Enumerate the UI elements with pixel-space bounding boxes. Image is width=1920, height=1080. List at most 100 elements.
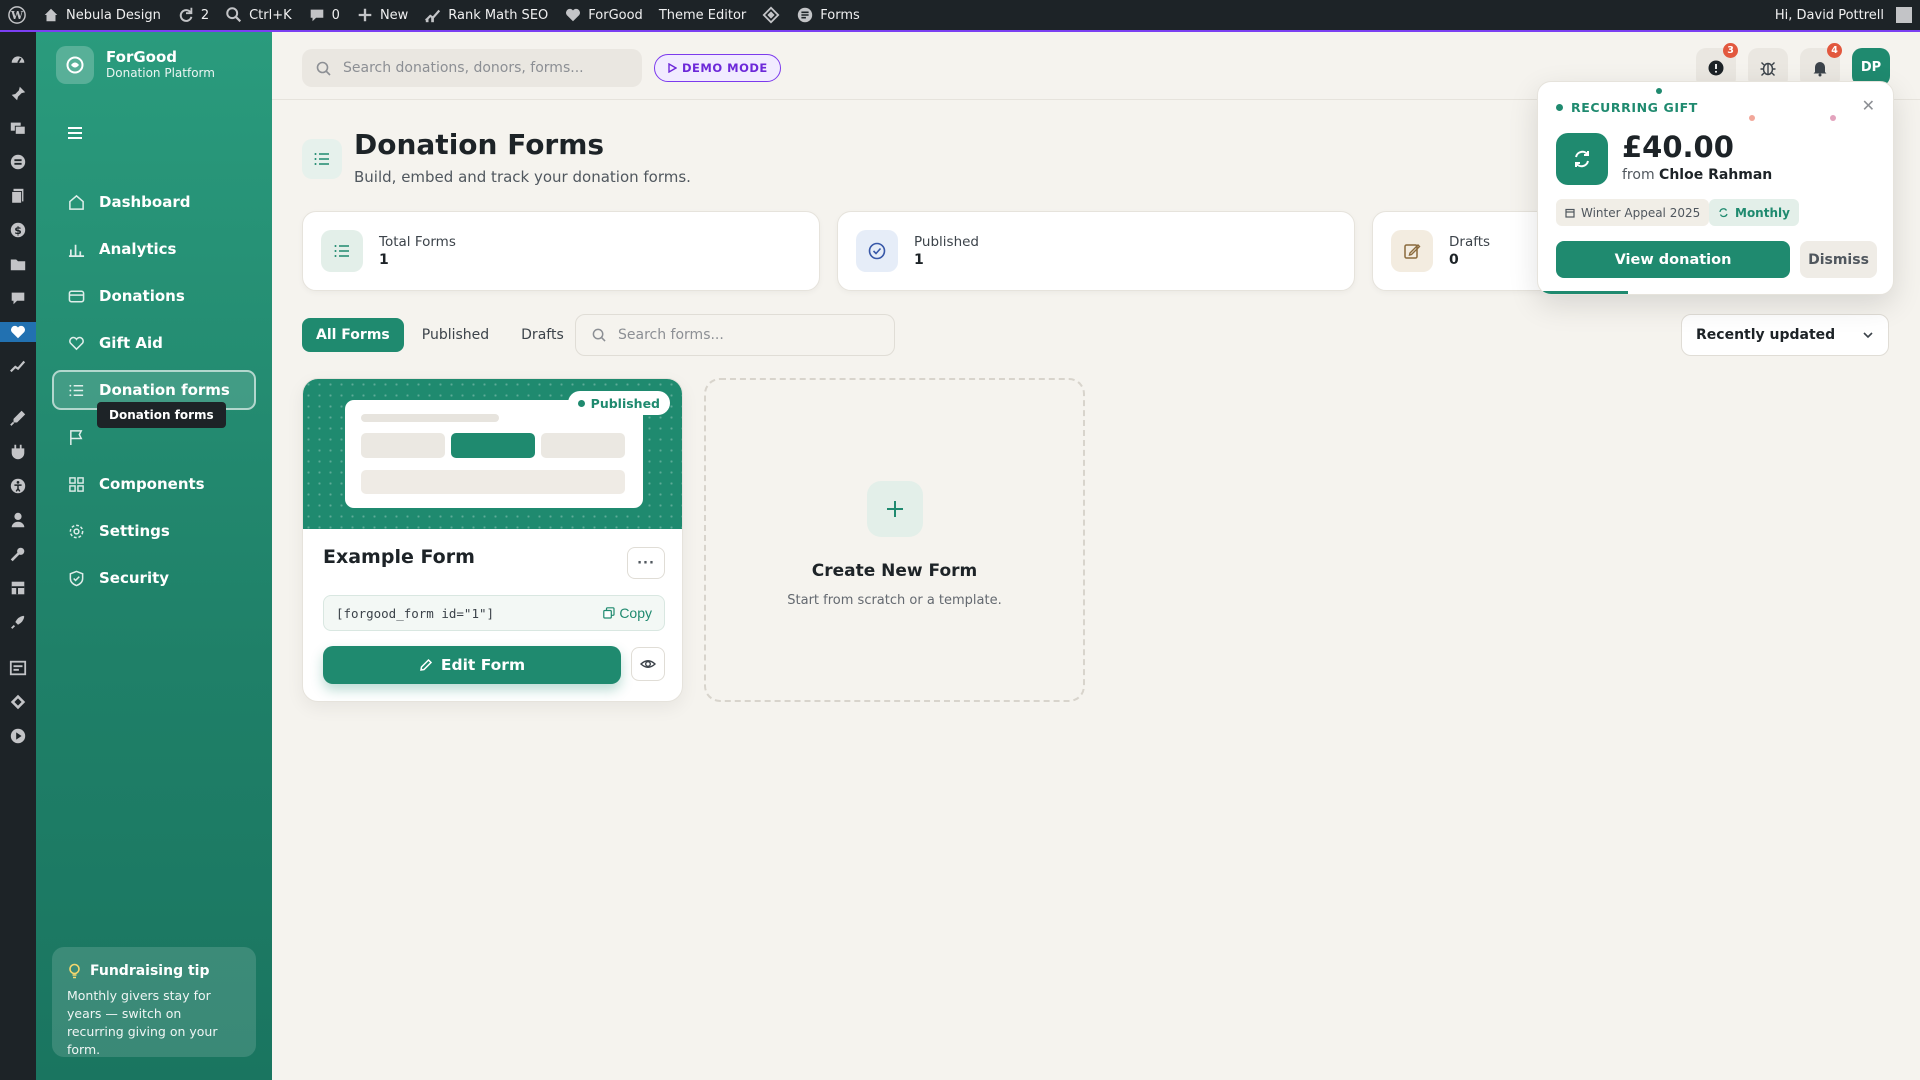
nav-item-settings[interactable]: Settings <box>52 511 256 551</box>
dismiss-button[interactable]: Dismiss <box>1800 241 1877 278</box>
tip-body: Monthly givers stay for years — switch o… <box>67 988 218 1057</box>
form-search-input[interactable]: Search forms... <box>575 314 895 356</box>
nav-label: Settings <box>99 522 170 540</box>
edit-form-button[interactable]: Edit Form <box>323 646 621 684</box>
nav-item-analytics[interactable]: Analytics <box>52 229 256 269</box>
view-donation-button[interactable]: View donation <box>1556 241 1790 278</box>
nav-label: Components <box>99 475 205 493</box>
nav-item-donations[interactable]: Donations <box>52 276 256 316</box>
diamond-tool-link[interactable] <box>754 0 788 31</box>
eye-icon <box>640 660 656 668</box>
updates-count: 2 <box>200 7 210 23</box>
recurring-gift-toast: RECURRING GIFT ✕ £40.00 from Chloe Rahma… <box>1537 81 1894 295</box>
folder-icon[interactable] <box>8 254 28 274</box>
layout-icon[interactable] <box>8 658 28 678</box>
dashboard-icon[interactable] <box>8 50 28 70</box>
form-filter-tabs: All Forms Published Drafts <box>302 314 578 356</box>
forgood-menu-icon[interactable] <box>0 322 36 342</box>
tab-drafts[interactable]: Drafts <box>507 318 578 352</box>
page-title: Donation Forms <box>354 128 605 161</box>
forms-icon <box>798 7 813 23</box>
diamond-icon[interactable] <box>8 692 28 712</box>
tab-published[interactable]: Published <box>408 318 503 352</box>
stat-card-published: Published 1 <box>837 211 1355 291</box>
pages-icon[interactable] <box>8 186 28 206</box>
search-shortcut: Ctrl+K <box>249 7 292 23</box>
search-icon <box>592 328 606 342</box>
page-title-icon <box>302 139 342 179</box>
rocket-icon[interactable] <box>8 612 28 632</box>
tools-icon[interactable] <box>8 544 28 564</box>
global-search-input[interactable]: Search donations, donors, forms... <box>302 49 642 87</box>
sort-value: Recently updated <box>1696 327 1836 343</box>
nav-item-components[interactable]: Components <box>52 464 256 504</box>
brand[interactable]: ForGood Donation Platform <box>56 46 215 84</box>
command-search-link[interactable]: Ctrl+K <box>217 0 300 31</box>
updates-link[interactable]: 2 <box>169 0 217 31</box>
forms-icon[interactable] <box>8 152 28 172</box>
appearance-icon[interactable] <box>8 408 28 428</box>
nav-item-security[interactable]: Security <box>52 558 256 598</box>
preview-button[interactable] <box>631 647 665 681</box>
rank-math-link[interactable]: Rank Math SEO <box>416 0 556 31</box>
comments-icon[interactable] <box>8 288 28 308</box>
settings-grid-icon[interactable] <box>8 578 28 598</box>
from-prefix: from <box>1622 167 1655 183</box>
stat-value: 1 <box>379 251 389 268</box>
copy-button[interactable]: Copy <box>603 605 652 621</box>
analytics-icon[interactable] <box>8 356 28 376</box>
svg-text:W: W <box>10 9 24 22</box>
sort-select[interactable]: Recently updated <box>1681 314 1889 356</box>
my-account-link[interactable]: Hi, David Pottrell <box>1767 0 1920 31</box>
play-icon[interactable] <box>8 726 28 746</box>
pin-icon[interactable] <box>8 84 28 104</box>
stat-card-total-forms: Total Forms 1 <box>302 211 820 291</box>
bell-icon <box>1813 62 1827 77</box>
wordpress-icon: W <box>8 6 26 24</box>
accessibility-icon[interactable] <box>8 476 28 496</box>
bug-icon <box>1760 62 1776 76</box>
plugins-icon[interactable] <box>8 442 28 462</box>
close-icon[interactable]: ✕ <box>1862 96 1875 115</box>
tab-all-forms[interactable]: All Forms <box>302 318 404 352</box>
donor-name: Chloe Rahman <box>1659 167 1773 183</box>
forms-link[interactable]: Forms <box>788 0 868 31</box>
theme-editor-link[interactable]: Theme Editor <box>651 0 754 31</box>
tip-title: Fundraising tip <box>90 963 210 979</box>
users-icon[interactable] <box>8 510 28 530</box>
alert-icon <box>1708 60 1724 76</box>
bar-chart-icon <box>68 244 85 257</box>
rank-math-icon <box>425 9 441 23</box>
plugin-nav: Dashboard Analytics Donations Gift Aid D… <box>52 182 256 605</box>
donation-amount: £40.00 <box>1622 130 1734 164</box>
create-form-subtitle: Start from scratch or a template. <box>787 593 1002 608</box>
site-name-link[interactable]: Nebula Design <box>34 0 169 31</box>
shortcode-field: [forgood_form id="1"] Copy <box>323 595 665 631</box>
wp-admin-menu: $ <box>0 32 36 1080</box>
more-options-button[interactable]: ··· <box>627 547 665 579</box>
nav-label: Donation forms <box>99 381 230 399</box>
demo-mode-badge[interactable]: DEMO MODE <box>654 54 781 82</box>
nav-item-gift-aid[interactable]: Gift Aid <box>52 323 256 363</box>
forgood-link[interactable]: ForGood <box>556 0 651 31</box>
new-content-link[interactable]: New <box>348 0 416 31</box>
campaign-label: Winter Appeal 2025 <box>1581 205 1701 220</box>
comments-link[interactable]: 0 <box>300 0 348 31</box>
form-card[interactable]: Published Example Form ··· [forgood_form… <box>302 378 683 702</box>
nav-item-dashboard[interactable]: Dashboard <box>52 182 256 222</box>
media-icon[interactable] <box>8 118 28 138</box>
alerts-badge: 3 <box>1723 43 1738 58</box>
toast-timer-bar <box>1538 291 1628 294</box>
list-icon <box>69 384 84 396</box>
nav-tooltip: Donation forms <box>97 402 226 428</box>
home-icon <box>44 8 58 22</box>
greeting: Hi, David Pottrell <box>1774 7 1884 23</box>
dollar-icon[interactable]: $ <box>8 220 28 240</box>
edit-form-label: Edit Form <box>440 656 526 674</box>
stat-label: Published <box>914 233 979 250</box>
create-new-form-card[interactable]: Create New Form Start from scratch or a … <box>704 378 1085 702</box>
wordpress-logo-button[interactable]: W <box>0 0 34 31</box>
forgood-label: ForGood <box>588 7 643 23</box>
confetti-dot <box>1749 115 1755 121</box>
menu-toggle-icon[interactable] <box>66 124 86 144</box>
